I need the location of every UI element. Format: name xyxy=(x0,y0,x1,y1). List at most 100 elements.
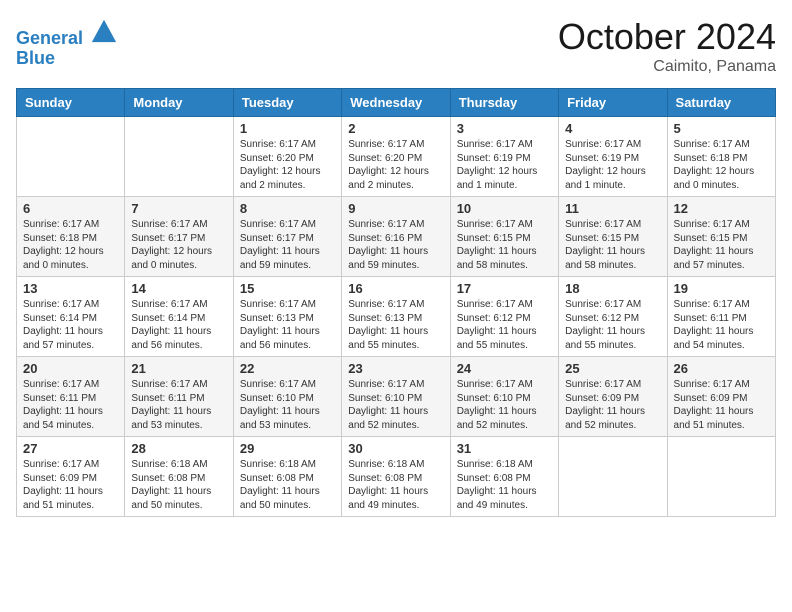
calendar-table: SundayMondayTuesdayWednesdayThursdayFrid… xyxy=(16,88,776,517)
day-number: 6 xyxy=(23,201,118,216)
cell-sun-info: Sunrise: 6:18 AMSunset: 6:08 PMDaylight:… xyxy=(457,458,552,512)
calendar-cell: 12 Sunrise: 6:17 AMSunset: 6:15 PMDayligh… xyxy=(667,197,775,277)
calendar-cell: 8Sunrise: 6:17 AMSunset: 6:17 PMDaylight… xyxy=(233,197,341,277)
day-number: 21 xyxy=(131,361,226,376)
calendar-cell: 22 Sunrise: 6:17 AMSunset: 6:10 PMDayligh… xyxy=(233,357,341,437)
calendar-cell: 21 Sunrise: 6:17 AMSunset: 6:11 PMDayligh… xyxy=(125,357,233,437)
calendar-cell: 17 Sunrise: 6:17 AMSunset: 6:12 PMDayligh… xyxy=(450,277,558,357)
calendar-week-row: 13 Sunrise: 6:17 AMSunset: 6:14 PMDayligh… xyxy=(17,277,776,357)
calendar-cell: 23 Sunrise: 6:17 AMSunset: 6:10 PMDayligh… xyxy=(342,357,450,437)
cell-sun-info: Sunrise: 6:17 AMSunset: 6:19 PMDaylight:… xyxy=(565,138,660,192)
calendar-cell: 9 Sunrise: 6:17 AMSunset: 6:16 PMDaylight… xyxy=(342,197,450,277)
calendar-cell: 16Sunrise: 6:17 AMSunset: 6:13 PMDayligh… xyxy=(342,277,450,357)
calendar-cell: 20 Sunrise: 6:17 AMSunset: 6:11 PMDayligh… xyxy=(17,357,125,437)
calendar-week-row: 6 Sunrise: 6:17 AMSunset: 6:18 PMDaylight… xyxy=(17,197,776,277)
day-number: 31 xyxy=(457,441,552,456)
calendar-cell: 1Sunrise: 6:17 AMSunset: 6:20 PMDaylight… xyxy=(233,117,341,197)
cell-sun-info: Sunrise: 6:17 AMSunset: 6:12 PMDaylight:… xyxy=(565,298,660,352)
cell-sun-info: Sunrise: 6:17 AMSunset: 6:11 PMDaylight:… xyxy=(23,378,118,432)
day-number: 26 xyxy=(674,361,769,376)
day-number: 20 xyxy=(23,361,118,376)
title-block: October 2024 Caimito, Panama xyxy=(558,16,776,76)
day-number: 17 xyxy=(457,281,552,296)
calendar-cell: 18 Sunrise: 6:17 AMSunset: 6:12 PMDayligh… xyxy=(559,277,667,357)
weekday-header-tuesday: Tuesday xyxy=(233,89,341,117)
cell-sun-info: Sunrise: 6:17 AMSunset: 6:12 PMDaylight:… xyxy=(457,298,552,352)
logo-text: General xyxy=(16,16,118,49)
calendar-header-row: SundayMondayTuesdayWednesdayThursdayFrid… xyxy=(17,89,776,117)
weekday-header-monday: Monday xyxy=(125,89,233,117)
calendar-cell: 29Sunrise: 6:18 AMSunset: 6:08 PMDayligh… xyxy=(233,437,341,517)
day-number: 14 xyxy=(131,281,226,296)
calendar-cell: 4 Sunrise: 6:17 AMSunset: 6:19 PMDaylight… xyxy=(559,117,667,197)
day-number: 25 xyxy=(565,361,660,376)
cell-sun-info: Sunrise: 6:18 AMSunset: 6:08 PMDaylight:… xyxy=(348,458,443,512)
calendar-cell xyxy=(17,117,125,197)
day-number: 19 xyxy=(674,281,769,296)
cell-sun-info: Sunrise: 6:17 AMSunset: 6:14 PMDaylight:… xyxy=(131,298,226,352)
calendar-cell: 27 Sunrise: 6:17 AMSunset: 6:09 PMDayligh… xyxy=(17,437,125,517)
calendar-week-row: 20 Sunrise: 6:17 AMSunset: 6:11 PMDayligh… xyxy=(17,357,776,437)
cell-sun-info: Sunrise: 6:17 AMSunset: 6:10 PMDaylight:… xyxy=(240,378,335,432)
cell-sun-info: Sunrise: 6:17 AMSunset: 6:09 PMDaylight:… xyxy=(565,378,660,432)
calendar-cell xyxy=(667,437,775,517)
cell-sun-info: Sunrise: 6:17 AMSunset: 6:15 PMDaylight:… xyxy=(457,218,552,272)
day-number: 3 xyxy=(457,121,552,136)
calendar-cell xyxy=(125,117,233,197)
calendar-cell: 7Sunrise: 6:17 AMSunset: 6:17 PMDaylight… xyxy=(125,197,233,277)
day-number: 4 xyxy=(565,121,660,136)
cell-sun-info: Sunrise: 6:17 AMSunset: 6:18 PMDaylight:… xyxy=(23,218,118,272)
cell-sun-info: Sunrise: 6:17 AMSunset: 6:11 PMDaylight:… xyxy=(674,298,769,352)
day-number: 12 xyxy=(674,201,769,216)
calendar-cell: 11 Sunrise: 6:17 AMSunset: 6:15 PMDayligh… xyxy=(559,197,667,277)
cell-sun-info: Sunrise: 6:17 AMSunset: 6:10 PMDaylight:… xyxy=(348,378,443,432)
day-number: 22 xyxy=(240,361,335,376)
cell-sun-info: Sunrise: 6:17 AMSunset: 6:20 PMDaylight:… xyxy=(348,138,443,192)
calendar-cell: 10Sunrise: 6:17 AMSunset: 6:15 PMDayligh… xyxy=(450,197,558,277)
location-subtitle: Caimito, Panama xyxy=(558,58,776,76)
calendar-cell: 2 Sunrise: 6:17 AMSunset: 6:20 PMDaylight… xyxy=(342,117,450,197)
cell-sun-info: Sunrise: 6:17 AMSunset: 6:15 PMDaylight:… xyxy=(565,218,660,272)
calendar-cell: 31 Sunrise: 6:18 AMSunset: 6:08 PMDayligh… xyxy=(450,437,558,517)
weekday-header-saturday: Saturday xyxy=(667,89,775,117)
calendar-cell: 6 Sunrise: 6:17 AMSunset: 6:18 PMDaylight… xyxy=(17,197,125,277)
cell-sun-info: Sunrise: 6:18 AMSunset: 6:08 PMDaylight:… xyxy=(131,458,226,512)
cell-sun-info: Sunrise: 6:17 AMSunset: 6:17 PMDaylight:… xyxy=(240,218,335,272)
page-header: General Blue October 2024 Caimito, Panam… xyxy=(16,16,776,76)
day-number: 15 xyxy=(240,281,335,296)
calendar-cell: 30 Sunrise: 6:18 AMSunset: 6:08 PMDayligh… xyxy=(342,437,450,517)
cell-sun-info: Sunrise: 6:17 AMSunset: 6:20 PMDaylight:… xyxy=(240,138,335,192)
day-number: 18 xyxy=(565,281,660,296)
logo-icon xyxy=(90,16,118,44)
day-number: 2 xyxy=(348,121,443,136)
day-number: 24 xyxy=(457,361,552,376)
cell-sun-info: Sunrise: 6:17 AMSunset: 6:11 PMDaylight:… xyxy=(131,378,226,432)
calendar-cell: 19 Sunrise: 6:17 AMSunset: 6:11 PMDayligh… xyxy=(667,277,775,357)
cell-sun-info: Sunrise: 6:17 AMSunset: 6:17 PMDaylight:… xyxy=(131,218,226,272)
day-number: 16 xyxy=(348,281,443,296)
cell-sun-info: Sunrise: 6:17 AMSunset: 6:09 PMDaylight:… xyxy=(674,378,769,432)
day-number: 27 xyxy=(23,441,118,456)
weekday-header-sunday: Sunday xyxy=(17,89,125,117)
day-number: 9 xyxy=(348,201,443,216)
day-number: 13 xyxy=(23,281,118,296)
cell-sun-info: Sunrise: 6:17 AMSunset: 6:18 PMDaylight:… xyxy=(674,138,769,192)
calendar-cell xyxy=(559,437,667,517)
cell-sun-info: Sunrise: 6:17 AMSunset: 6:13 PMDaylight:… xyxy=(240,298,335,352)
cell-sun-info: Sunrise: 6:17 AMSunset: 6:09 PMDaylight:… xyxy=(23,458,118,512)
day-number: 11 xyxy=(565,201,660,216)
calendar-cell: 14 Sunrise: 6:17 AMSunset: 6:14 PMDayligh… xyxy=(125,277,233,357)
calendar-week-row: 27 Sunrise: 6:17 AMSunset: 6:09 PMDayligh… xyxy=(17,437,776,517)
cell-sun-info: Sunrise: 6:17 AMSunset: 6:15 PMDaylight:… xyxy=(674,218,769,272)
cell-sun-info: Sunrise: 6:17 AMSunset: 6:16 PMDaylight:… xyxy=(348,218,443,272)
calendar-cell: 24Sunrise: 6:17 AMSunset: 6:10 PMDayligh… xyxy=(450,357,558,437)
day-number: 29 xyxy=(240,441,335,456)
calendar-cell: 3Sunrise: 6:17 AMSunset: 6:19 PMDaylight… xyxy=(450,117,558,197)
day-number: 23 xyxy=(348,361,443,376)
calendar-cell: 5Sunrise: 6:17 AMSunset: 6:18 PMDaylight… xyxy=(667,117,775,197)
calendar-cell: 28Sunrise: 6:18 AMSunset: 6:08 PMDayligh… xyxy=(125,437,233,517)
calendar-cell: 26 Sunrise: 6:17 AMSunset: 6:09 PMDayligh… xyxy=(667,357,775,437)
month-title: October 2024 xyxy=(558,16,776,58)
logo-blue: Blue xyxy=(16,49,118,69)
day-number: 30 xyxy=(348,441,443,456)
